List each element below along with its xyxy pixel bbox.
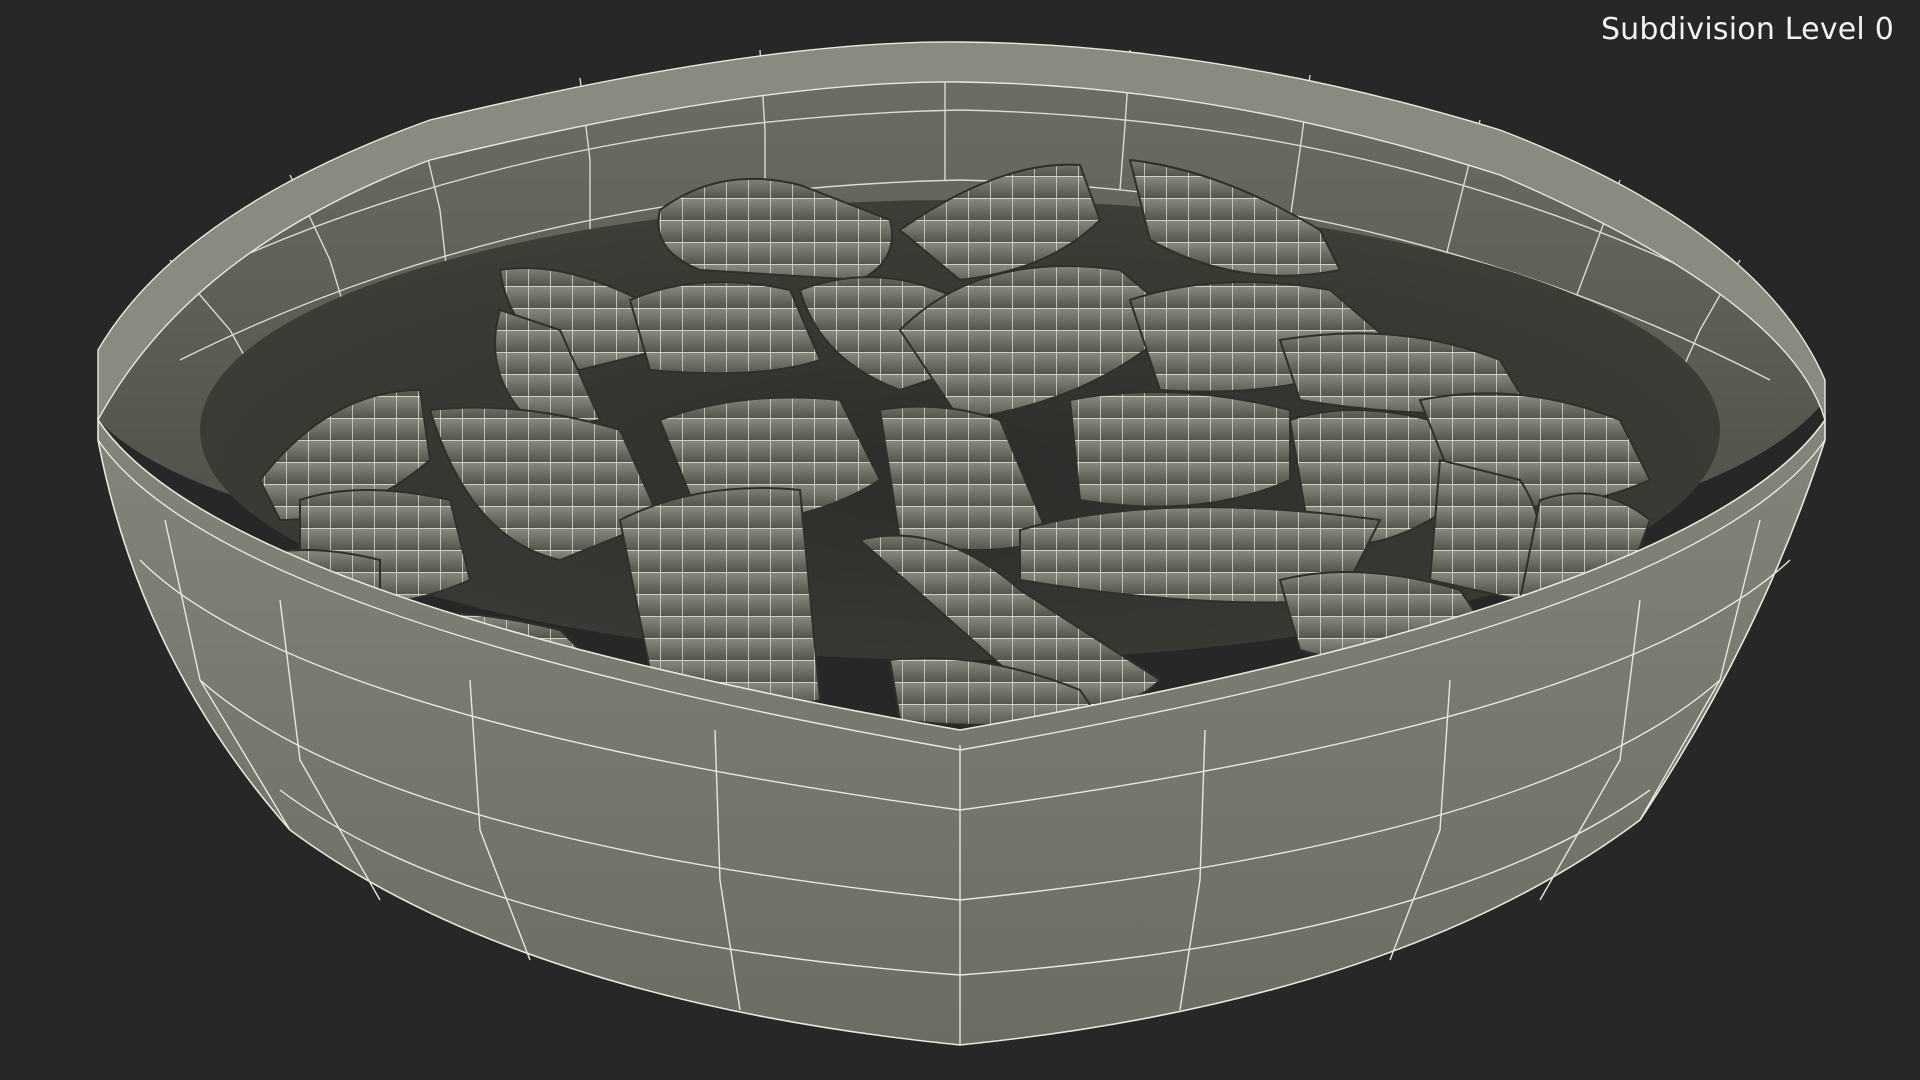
wireframe-render bbox=[97, 41, 1826, 1046]
subdivision-level-label: Subdivision Level 0 bbox=[1600, 12, 1894, 47]
3d-viewport[interactable]: Subdivision Level 0 bbox=[0, 0, 1920, 1080]
